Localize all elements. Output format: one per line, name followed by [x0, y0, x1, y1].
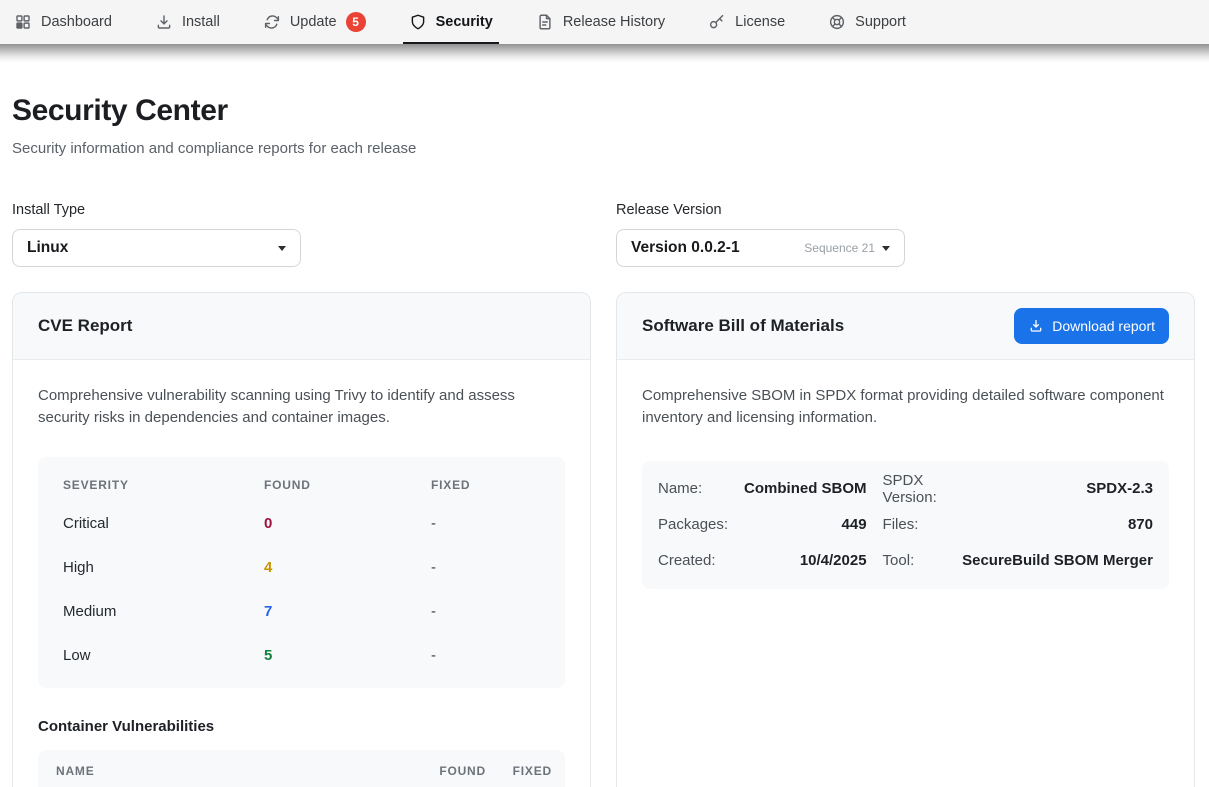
update-count-badge: 5: [346, 12, 366, 32]
sbom-created-value: 10/4/2025: [744, 543, 867, 579]
found-count: 4: [264, 559, 431, 576]
col-fixed: FIXED: [486, 764, 552, 778]
page-title: Security Center: [12, 94, 1195, 128]
nav-label-install: Install: [182, 14, 220, 30]
sbom-body: Comprehensive SBOM in SPDX format provid…: [617, 360, 1194, 614]
severity-name: Critical: [63, 515, 264, 532]
severity-name: High: [63, 559, 264, 576]
severity-table: SEVERITY FOUND FIXED Critical 0 - High 4…: [38, 457, 565, 688]
nav-tab-support[interactable]: Support: [828, 0, 906, 44]
sbom-tool-label: Tool:: [883, 543, 947, 579]
sbom-name-value: Combined SBOM: [744, 471, 867, 507]
table-row-critical: Critical 0 -: [63, 502, 540, 546]
refresh-icon: [263, 13, 281, 31]
cve-report-card: CVE Report Comprehensive vulnerability s…: [12, 292, 591, 787]
download-report-label: Download report: [1052, 318, 1155, 334]
fixed-count: -: [431, 603, 540, 620]
sbom-tool-value: SecureBuild SBOM Merger: [962, 543, 1153, 579]
document-icon: [536, 13, 554, 31]
dashboard-grid-icon: [14, 13, 32, 31]
cve-report-body: Comprehensive vulnerability scanning usi…: [13, 360, 590, 787]
nav-tab-release-history[interactable]: Release History: [536, 0, 665, 44]
nav-label-license: License: [735, 14, 785, 30]
sbom-packages-value: 449: [744, 507, 867, 543]
nav-label-release-history: Release History: [563, 14, 665, 30]
nav-tab-security[interactable]: Security: [409, 0, 493, 44]
top-nav: Dashboard Install Update 5 Security Rele…: [0, 0, 1209, 44]
release-version-label: Release Version: [616, 202, 1195, 218]
sbom-files-value: 870: [962, 507, 1153, 543]
col-found: FOUND: [406, 764, 486, 778]
nav-tab-update[interactable]: Update 5: [263, 0, 366, 44]
sbom-packages-label: Packages:: [658, 507, 728, 543]
severity-table-header: SEVERITY FOUND FIXED: [63, 478, 540, 502]
download-icon: [155, 13, 173, 31]
container-vulnerabilities-header: NAME FOUND FIXED: [38, 750, 565, 787]
nav-label-security: Security: [436, 14, 493, 30]
nav-tab-dashboard[interactable]: Dashboard: [14, 0, 112, 44]
table-row-high: High 4 -: [63, 546, 540, 590]
nav-tab-license[interactable]: License: [708, 0, 785, 44]
fixed-count: -: [431, 559, 540, 576]
lifebuoy-icon: [828, 13, 846, 31]
download-report-button[interactable]: Download report: [1014, 308, 1169, 344]
key-icon: [708, 13, 726, 31]
release-version-select[interactable]: Version 0.0.2-1 Sequence 21: [616, 229, 905, 267]
cards-row: CVE Report Comprehensive vulnerability s…: [12, 292, 1195, 787]
sbom-spdx-label: SPDX Version:: [883, 471, 947, 507]
scroll-shadow: [0, 44, 1209, 62]
nav-label-support: Support: [855, 14, 906, 30]
found-count: 0: [264, 515, 431, 532]
sbom-description: Comprehensive SBOM in SPDX format provid…: [642, 385, 1169, 429]
severity-name: Medium: [63, 603, 264, 620]
col-found: FOUND: [264, 478, 431, 492]
col-severity: SEVERITY: [63, 478, 264, 492]
cve-report-description: Comprehensive vulnerability scanning usi…: [38, 385, 565, 429]
sbom-created-label: Created:: [658, 543, 728, 579]
install-type-field: Install Type Linux: [12, 202, 591, 267]
container-vulnerabilities-title: Container Vulnerabilities: [38, 718, 565, 735]
page-content: Security Center Security information and…: [0, 94, 1209, 787]
col-name: NAME: [56, 764, 406, 778]
release-version-value: Version 0.0.2-1: [631, 239, 740, 257]
found-count: 5: [264, 647, 431, 664]
nav-label-update: Update: [290, 14, 337, 30]
chevron-down-icon: [882, 246, 890, 251]
severity-name: Low: [63, 647, 264, 664]
fixed-count: -: [431, 515, 540, 532]
install-type-label: Install Type: [12, 202, 591, 218]
nav-label-dashboard: Dashboard: [41, 14, 112, 30]
install-type-value: Linux: [27, 239, 68, 257]
download-icon: [1028, 318, 1044, 334]
chevron-down-icon: [278, 246, 286, 251]
cve-report-header: CVE Report: [13, 293, 590, 360]
sbom-card: Software Bill of Materials Download repo…: [616, 292, 1195, 787]
nav-tab-install[interactable]: Install: [155, 0, 220, 44]
cve-report-title: CVE Report: [38, 316, 132, 336]
found-count: 7: [264, 603, 431, 620]
sbom-files-label: Files:: [883, 507, 947, 543]
sbom-details-table: Name: Combined SBOM SPDX Version: SPDX-2…: [642, 461, 1169, 589]
fixed-count: -: [431, 647, 540, 664]
shield-icon: [409, 13, 427, 31]
filters-row: Install Type Linux Release Version Versi…: [12, 202, 1195, 267]
col-fixed: FIXED: [431, 478, 540, 492]
install-type-select[interactable]: Linux: [12, 229, 301, 267]
release-sequence-text: Sequence 21: [804, 241, 875, 255]
page-subtitle: Security information and compliance repo…: [12, 140, 1195, 157]
release-version-field: Release Version Version 0.0.2-1 Sequence…: [616, 202, 1195, 267]
sbom-name-label: Name:: [658, 471, 728, 507]
table-row-low: Low 5 -: [63, 634, 540, 678]
sbom-title: Software Bill of Materials: [642, 316, 844, 336]
sbom-header: Software Bill of Materials Download repo…: [617, 293, 1194, 360]
sbom-spdx-value: SPDX-2.3: [962, 471, 1153, 507]
table-row-medium: Medium 7 -: [63, 590, 540, 634]
